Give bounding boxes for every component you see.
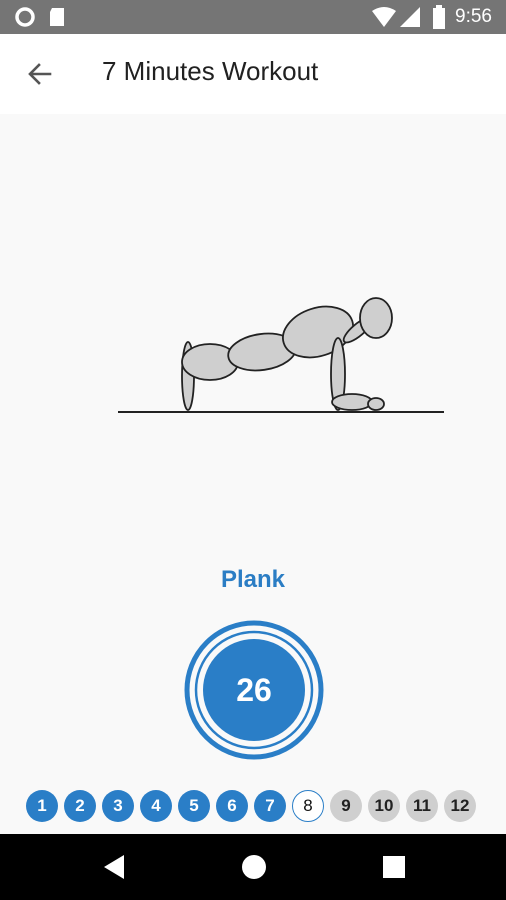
recents-square-icon[interactable] [383, 834, 405, 900]
progress-step-3: 3 [102, 790, 134, 822]
progress-step-10: 10 [368, 790, 400, 822]
progress-step-11: 11 [406, 790, 438, 822]
battery-icon [432, 0, 446, 34]
progress-step-12: 12 [444, 790, 476, 822]
signal-icon [400, 0, 420, 34]
home-circle-icon[interactable] [241, 834, 267, 900]
page-title: 7 Minutes Workout [102, 56, 319, 86]
countdown-timer: 26 [183, 619, 325, 761]
progress-step-5: 5 [178, 790, 210, 822]
wifi-icon [372, 0, 396, 34]
sd-card-icon [48, 0, 66, 34]
exercise-progress: 1 2 3 4 5 6 7 8 9 10 11 12 [26, 790, 486, 824]
progress-step-1: 1 [26, 790, 58, 822]
back-triangle-icon[interactable] [102, 834, 126, 900]
app-bar: 7 Minutes Workout [0, 34, 506, 114]
progress-step-9: 9 [330, 790, 362, 822]
workout-content: Plank 26 1 2 3 4 5 6 7 8 9 10 11 12 [0, 114, 506, 834]
circle-notification-icon [14, 0, 36, 34]
system-nav-bar [0, 834, 506, 900]
progress-step-7: 7 [254, 790, 286, 822]
plank-figure [118, 297, 444, 413]
arrow-back-icon[interactable] [22, 56, 58, 92]
timer-seconds: 26 [236, 671, 272, 708]
exercise-name: Plank [220, 566, 286, 593]
progress-step-8: 8 [292, 790, 324, 822]
progress-step-6: 6 [216, 790, 248, 822]
progress-step-2: 2 [64, 790, 96, 822]
progress-step-4: 4 [140, 790, 172, 822]
status-time: 9:56 [455, 6, 492, 27]
status-bar: 9:56 [0, 0, 506, 34]
